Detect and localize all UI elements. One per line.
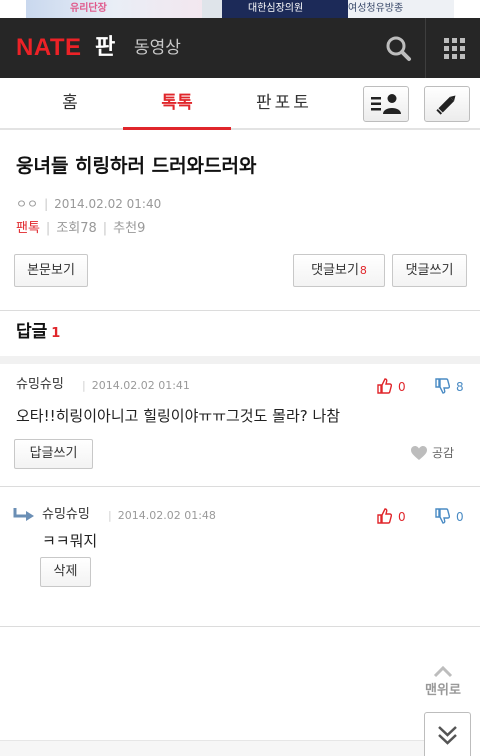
section-separator: [0, 356, 480, 364]
heart-icon: [411, 446, 427, 460]
ad-banner[interactable]: 유리단장 대한심장의원 여성청유방종: [0, 0, 480, 18]
meta-separator: |: [82, 379, 86, 392]
ad-text-left: 유리단장: [70, 3, 107, 14]
comment-text: ㅋㅋ뭐지: [42, 532, 98, 550]
thumbs-up-button[interactable]: 0: [376, 378, 406, 395]
profile-list-button[interactable]: [363, 86, 409, 122]
chevron-up-icon: [433, 665, 453, 678]
post-meta: ㅇㅇ | 2014.02.02 01:40: [16, 196, 161, 212]
sub-section-link[interactable]: 동영상: [134, 37, 181, 59]
thumbs-up-icon: [377, 508, 393, 524]
post-title: 웅녀들 히링하러 드러와드러와: [16, 155, 257, 177]
meta-separator: |: [108, 509, 112, 522]
ad-block-left: [26, 0, 202, 18]
tab-bar: 홈 톡톡 판포토: [0, 78, 480, 130]
menu-grid-icon: [444, 38, 465, 59]
view-comments-label: 댓글보기: [311, 263, 359, 278]
thumbs-down-icon: [435, 378, 451, 394]
pencil-icon: [436, 95, 456, 115]
thumbs-up-button[interactable]: 0: [376, 508, 406, 525]
write-post-button[interactable]: [424, 86, 470, 122]
meta-separator: |: [44, 197, 49, 211]
comment-author[interactable]: 슈밍슈밍: [42, 506, 90, 524]
thumbs-up-icon: [377, 378, 393, 394]
replies-title: 답글: [16, 322, 48, 342]
post-recommends: 추천9: [113, 221, 146, 236]
comment-divider: [0, 626, 480, 627]
ad-text-mid: 대한심장의원: [248, 3, 304, 14]
section-title[interactable]: 판: [95, 33, 115, 63]
tab-home[interactable]: 홈: [18, 78, 122, 128]
search-icon: [386, 36, 411, 61]
back-to-top-button[interactable]: 맨위로: [414, 660, 472, 704]
post-stats: 팬톡 | 조회78 | 추천9: [16, 220, 145, 238]
comment-author[interactable]: 슈밍슈밍: [16, 376, 64, 394]
comment-datetime-text: 2014.02.02 01:41: [91, 379, 190, 392]
footer-bar: [0, 740, 424, 756]
view-body-button[interactable]: 본문보기: [14, 254, 88, 287]
logo-text: NATE: [16, 34, 82, 61]
write-comment-button[interactable]: 댓글쓰기: [392, 254, 467, 287]
comment-divider: [0, 486, 480, 487]
nate-logo[interactable]: NATE: [16, 34, 82, 62]
profile-list-icon: [371, 94, 401, 114]
view-comments-button[interactable]: 댓글보기8: [293, 254, 385, 287]
replies-count: 1: [51, 326, 61, 341]
reply-button[interactable]: 답글쓰기: [14, 439, 93, 469]
thumbs-down-button[interactable]: 0: [434, 508, 464, 525]
down-count: 8: [456, 380, 464, 394]
like-button[interactable]: 공감: [410, 444, 454, 462]
post-author[interactable]: ㅇㅇ: [16, 197, 38, 211]
comment-datetime: | 2014.02.02 01:48: [108, 508, 216, 524]
post-category[interactable]: 팬톡: [16, 221, 40, 236]
header-divider: [425, 18, 426, 78]
down-count: 0: [456, 510, 464, 524]
search-button[interactable]: [372, 27, 424, 69]
comment-text: 오타!!히링이아니고 힐링이야ㅠㅠ그것도 몰라? 나참: [16, 407, 341, 425]
scroll-down-button[interactable]: [424, 712, 471, 756]
comment-count-badge: 8: [359, 264, 367, 277]
app-header: NATE 판 동영상: [0, 18, 480, 78]
post-datetime: 2014.02.02 01:40: [54, 197, 162, 211]
thumbs-down-button[interactable]: 8: [434, 378, 464, 395]
delete-button[interactable]: 삭제: [40, 557, 91, 587]
like-label: 공감: [432, 446, 455, 460]
meta-separator: |: [45, 221, 51, 236]
thumbs-down-icon: [435, 508, 451, 524]
menu-button[interactable]: [436, 27, 472, 69]
back-to-top-label: 맨위로: [425, 683, 461, 698]
comment-datetime-text: 2014.02.02 01:48: [117, 509, 216, 522]
comment-datetime: | 2014.02.02 01:41: [82, 378, 190, 394]
section-divider: [0, 310, 480, 311]
up-count: 0: [398, 510, 406, 524]
post-views: 조회78: [56, 221, 97, 236]
reply-arrow-icon: [13, 507, 35, 523]
up-count: 0: [398, 380, 406, 394]
ad-text-right: 여성청유방종: [348, 3, 404, 14]
replies-heading: 답글 1: [16, 320, 60, 346]
double-chevron-down-icon: [438, 726, 457, 745]
meta-separator: |: [102, 221, 108, 236]
tab-talk[interactable]: 톡톡: [123, 78, 231, 130]
tab-pan-photo[interactable]: 판포토: [231, 78, 337, 128]
